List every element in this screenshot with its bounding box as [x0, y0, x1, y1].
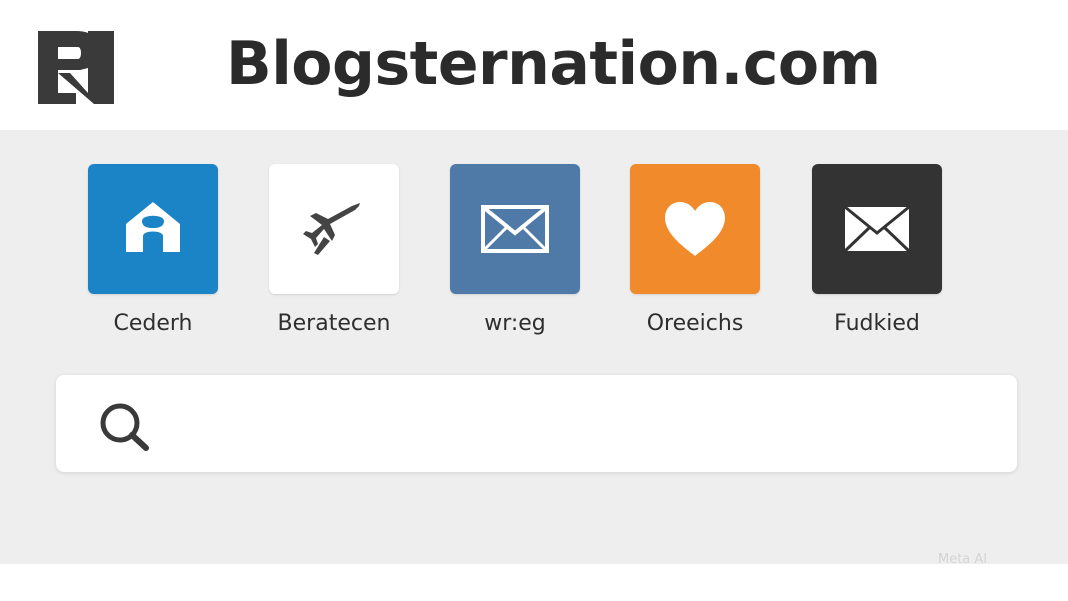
- site-title[interactable]: Blogsternation.com: [226, 27, 881, 101]
- app-tile-beratecen[interactable]: [269, 164, 399, 294]
- search-icon[interactable]: [96, 400, 156, 452]
- home-icon: [126, 202, 180, 252]
- app-tile-fudkied[interactable]: [812, 164, 942, 294]
- app-label-wreg: wr:eg: [484, 311, 546, 336]
- mail-icon: [843, 205, 911, 253]
- airplane-icon: [303, 203, 360, 255]
- app-tile-cederh[interactable]: [88, 164, 218, 294]
- app-label-cederh: Cederh: [113, 311, 193, 336]
- app-label-oreeichs: Oreeichs: [646, 311, 744, 336]
- heart-icon: [665, 202, 725, 256]
- page: Blogsternation.com Cederh Beratecen wr:e…: [0, 0, 1068, 601]
- app-label-fudkied: Fudkied: [834, 311, 920, 336]
- site-header: Blogsternation.com: [0, 0, 1068, 130]
- rn-monogram-logo-icon[interactable]: [36, 27, 118, 107]
- app-label-beratecen: Beratecen: [277, 311, 391, 336]
- search-input[interactable]: [172, 400, 996, 450]
- watermark-text: Meta AI: [938, 552, 988, 567]
- footer-strip: [0, 564, 1068, 601]
- watermark: Meta AI: [938, 551, 987, 569]
- mail-icon: [481, 205, 549, 253]
- app-tile-oreeichs[interactable]: [630, 164, 760, 294]
- app-tile-wreg[interactable]: [450, 164, 580, 294]
